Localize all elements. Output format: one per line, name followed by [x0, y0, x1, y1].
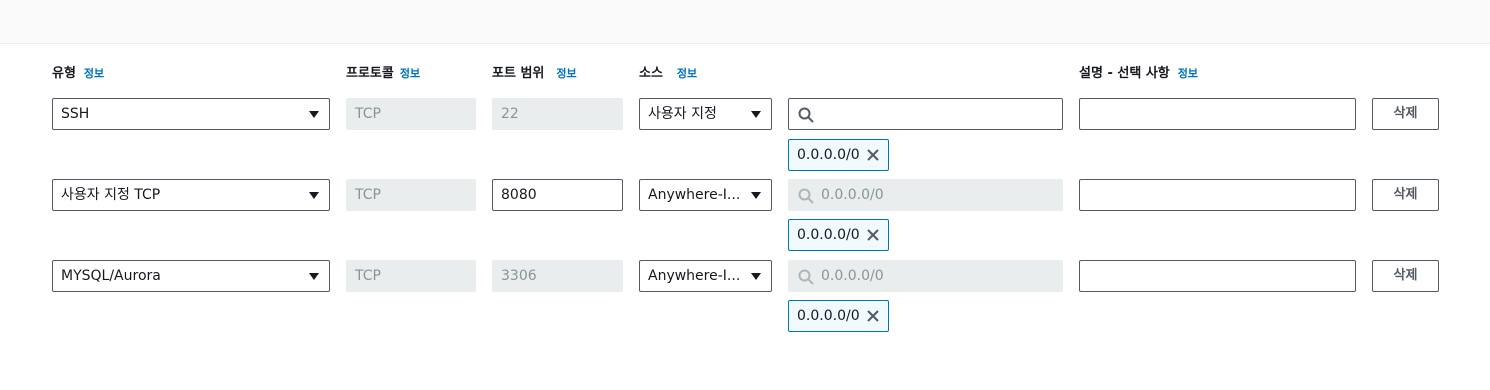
info-link-type[interactable]: 정보	[84, 67, 104, 80]
type-select-value: SSH	[61, 106, 90, 122]
close-icon[interactable]	[866, 309, 880, 323]
cidr-token-label: 0.0.0.0/0	[797, 147, 860, 163]
header-protocol-label: 프로토콜	[346, 66, 394, 81]
cidr-token-label: 0.0.0.0/0	[797, 308, 860, 324]
type-select[interactable]: MYSQL/Aurora	[52, 260, 330, 292]
source-select[interactable]: Anywhere-I...	[639, 260, 772, 292]
protocol-field: TCP	[346, 179, 476, 211]
port-range-field: 22	[492, 98, 623, 130]
type-select-value: 사용자 지정 TCP	[61, 187, 161, 203]
header-type-label: 유형	[52, 66, 76, 81]
cidr-token-label: 0.0.0.0/0	[797, 227, 860, 243]
info-link-port-range[interactable]: 정보	[556, 67, 576, 80]
protocol-field: TCP	[346, 260, 476, 292]
cidr-token: 0.0.0.0/0	[788, 300, 889, 332]
header-port-range: 포트 범위 정보	[492, 62, 577, 81]
header-description-label: 설명 - 선택 사항	[1079, 66, 1170, 81]
description-input[interactable]	[1079, 98, 1356, 130]
description-input[interactable]	[1079, 260, 1356, 292]
close-icon[interactable]	[866, 148, 880, 162]
type-select-value: MYSQL/Aurora	[61, 268, 161, 284]
header-type: 유형 정보	[52, 62, 104, 81]
header-source-label: 소스	[639, 66, 663, 81]
cidr-search-input: 0.0.0.0/0	[788, 260, 1063, 292]
delete-button[interactable]: 삭제	[1372, 260, 1439, 292]
delete-button[interactable]: 삭제	[1372, 179, 1439, 211]
cidr-token: 0.0.0.0/0	[788, 219, 889, 251]
search-icon	[798, 269, 814, 285]
caret-down-icon	[751, 192, 761, 199]
search-icon	[798, 188, 814, 204]
top-bar	[0, 0, 1490, 44]
info-link-protocol[interactable]: 정보	[400, 67, 420, 80]
type-select[interactable]: 사용자 지정 TCP	[52, 179, 330, 211]
info-link-source[interactable]: 정보	[677, 67, 697, 80]
source-select[interactable]: 사용자 지정	[639, 98, 772, 130]
header-port-range-label: 포트 범위	[492, 66, 545, 81]
close-icon[interactable]	[866, 228, 880, 242]
cidr-search-placeholder: 0.0.0.0/0	[821, 187, 884, 203]
caret-down-icon	[309, 192, 319, 199]
type-select[interactable]: SSH	[52, 98, 330, 130]
port-range-field: 3306	[492, 260, 623, 292]
header-protocol: 프로토콜 정보	[346, 62, 420, 81]
caret-down-icon	[309, 111, 319, 118]
caret-down-icon	[751, 273, 761, 280]
port-range-input[interactable]: 8080	[492, 179, 623, 211]
search-icon	[798, 107, 814, 123]
header-source: 소스 정보	[639, 62, 697, 81]
cidr-token: 0.0.0.0/0	[788, 139, 889, 171]
source-select-value: Anywhere-I...	[648, 268, 741, 284]
description-input[interactable]	[1079, 179, 1356, 211]
protocol-field: TCP	[346, 98, 476, 130]
header-description: 설명 - 선택 사항 정보	[1079, 62, 1198, 81]
caret-down-icon	[751, 111, 761, 118]
caret-down-icon	[309, 273, 319, 280]
cidr-search-input[interactable]	[788, 98, 1063, 130]
info-link-description[interactable]: 정보	[1178, 67, 1198, 80]
source-select-value: 사용자 지정	[648, 106, 717, 122]
source-select-value: Anywhere-I...	[648, 187, 741, 203]
cidr-search-input: 0.0.0.0/0	[788, 179, 1063, 211]
source-select[interactable]: Anywhere-I...	[639, 179, 772, 211]
cidr-search-placeholder: 0.0.0.0/0	[821, 268, 884, 284]
delete-button[interactable]: 삭제	[1372, 98, 1439, 130]
